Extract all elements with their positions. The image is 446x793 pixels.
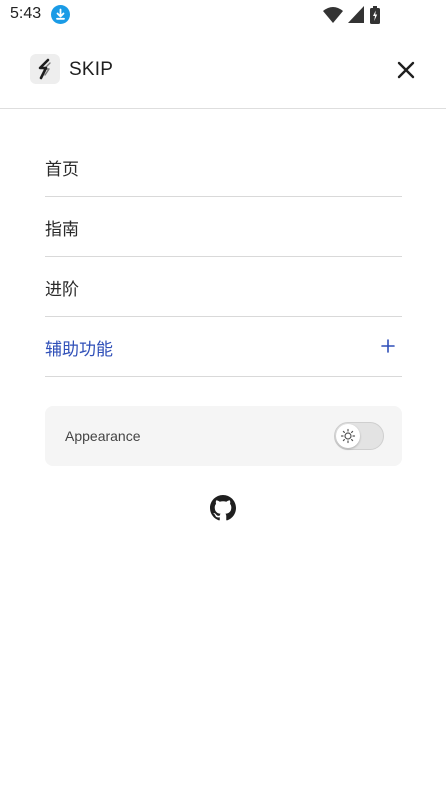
download-icon [51,5,70,24]
nav-item-accessibility[interactable]: 辅助功能 [45,317,402,377]
github-icon[interactable] [210,495,236,521]
appearance-label: Appearance [65,428,141,444]
sun-icon [340,428,356,444]
nav-item-label: 进阶 [45,280,79,300]
app-header: SKIP [0,30,446,109]
toggle-knob [336,424,360,448]
nav-item-home[interactable]: 首页 [45,138,402,197]
cellular-signal-icon [348,6,364,23]
battery-icon [370,6,380,24]
appearance-panel: Appearance [45,406,402,466]
status-time: 5:43 [10,5,42,22]
nav-item-label: 指南 [45,220,79,240]
status-bar: 5:43 [0,0,446,30]
nav-menu: 首页 指南 进阶 辅助功能 [45,138,402,377]
brand-title[interactable]: SKIP [69,59,113,81]
skip-logo-icon[interactable] [30,54,60,84]
nav-item-label: 首页 [45,160,79,180]
nav-item-advanced[interactable]: 进阶 [45,257,402,317]
close-icon[interactable] [392,56,420,84]
appearance-toggle[interactable] [334,422,384,450]
nav-item-label: 辅助功能 [45,340,113,360]
nav-item-guide[interactable]: 指南 [45,197,402,257]
wifi-icon [323,7,343,23]
plus-icon[interactable] [380,338,396,354]
